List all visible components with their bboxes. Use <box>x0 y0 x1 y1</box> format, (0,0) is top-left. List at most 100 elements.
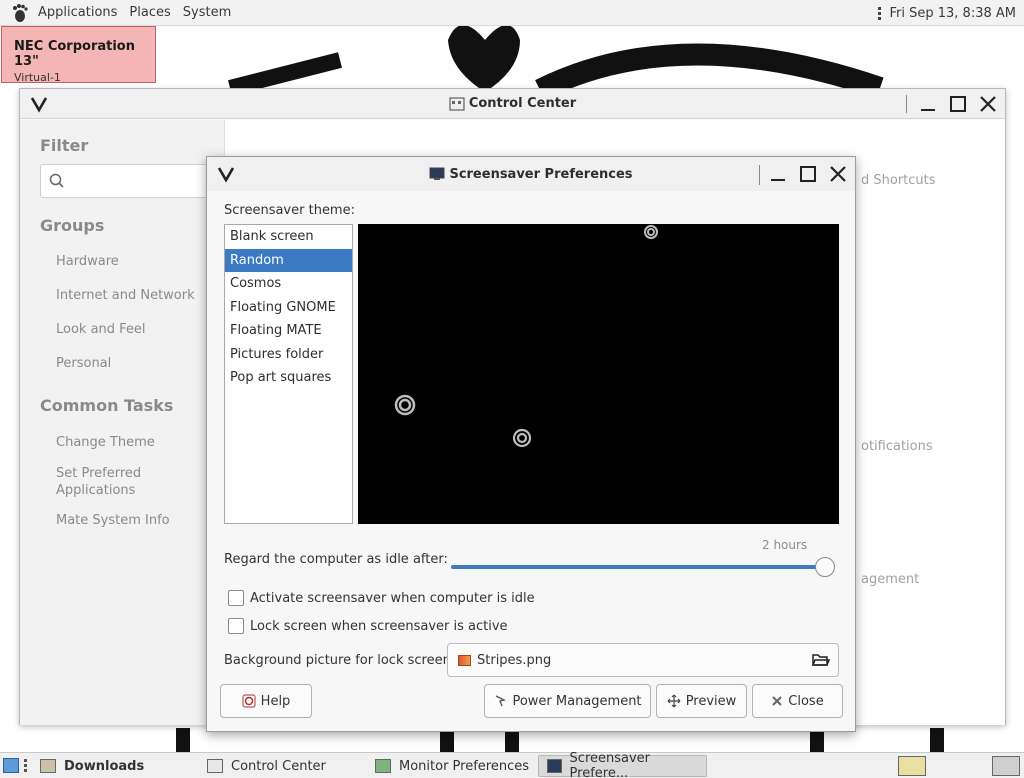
taskbar-control-center[interactable]: Control Center <box>199 755 334 777</box>
maximize-icon <box>800 166 816 182</box>
taskbar-screensaver-label: Screensaver Prefere... <box>569 751 651 778</box>
filter-label: Filter <box>40 136 89 155</box>
window-menu-icon[interactable] <box>30 95 48 113</box>
help-icon <box>242 694 256 708</box>
minimize-button[interactable] <box>767 163 789 185</box>
idle-value: 2 hours <box>762 538 808 552</box>
taskbar-downloads[interactable]: Downloads <box>32 755 152 777</box>
monitor-icon <box>375 759 391 773</box>
close-icon <box>980 96 996 112</box>
folder-open-icon <box>812 654 830 666</box>
maximize-icon <box>950 96 966 112</box>
top-panel: Applications Places System Fri Sep 13, 8… <box>0 0 1024 26</box>
shortcuts-fragment: d Shortcuts <box>861 173 936 188</box>
close-window-button[interactable] <box>827 163 849 185</box>
background-file-chooser[interactable]: Stripes.png <box>447 643 839 677</box>
screensaver-titlebar[interactable]: Screensaver Preferences <box>207 157 855 191</box>
theme-item-floating-mate[interactable]: Floating MATE <box>225 319 352 343</box>
maximize-button[interactable] <box>947 93 969 115</box>
show-desktop-icon[interactable] <box>3 758 19 773</box>
minimize-icon <box>771 179 785 181</box>
lock-label[interactable]: Lock screen when screensaver is active <box>250 619 508 634</box>
bottom-taskbar: Downloads Control Center Monitor Prefere… <box>0 751 1024 778</box>
window-title: Control Center <box>468 96 577 111</box>
screensaver-icon <box>547 759 562 773</box>
minimize-button[interactable] <box>917 93 939 115</box>
background-file-name: Stripes.png <box>477 652 552 668</box>
control-center-sidebar: Filter Groups Hardware Internet and Netw… <box>20 120 224 725</box>
group-internet-network[interactable]: Internet and Network <box>56 287 206 304</box>
workspace-switcher-2[interactable] <box>992 756 1020 776</box>
monitor-identifier: NEC Corporation 13" Virtual-1 <box>1 26 156 84</box>
lock-checkbox[interactable] <box>228 618 244 634</box>
workspace-switcher-1[interactable] <box>898 756 926 776</box>
gnome-foot-icon[interactable] <box>10 3 30 23</box>
idle-slider-track[interactable] <box>451 565 827 569</box>
task-preferred-apps[interactable]: Set Preferred Applications <box>56 465 166 499</box>
idle-slider-handle[interactable] <box>815 557 835 577</box>
screensaver-preview <box>358 224 839 524</box>
maximize-button[interactable] <box>797 163 819 185</box>
screensaver-icon <box>429 167 445 180</box>
panel-menu-icon[interactable] <box>877 6 882 20</box>
group-personal[interactable]: Personal <box>56 355 206 372</box>
control-center-titlebar[interactable]: Control Center <box>20 89 1005 119</box>
menu-applications[interactable]: Applications <box>32 0 123 26</box>
activate-row[interactable]: Activate screensaver when computer is id… <box>228 590 535 606</box>
move-icon <box>667 694 681 708</box>
group-look-feel[interactable]: Look and Feel <box>56 321 206 338</box>
power-icon <box>496 695 507 707</box>
screensaver-dialog: Screensaver Preferences Screensaver them… <box>206 156 856 732</box>
common-tasks-heading: Common Tasks <box>40 396 174 415</box>
taskbar-control-center-label: Control Center <box>231 758 326 774</box>
search-icon <box>49 173 64 188</box>
theme-item-pop-art[interactable]: Pop art squares <box>225 366 352 390</box>
image-file-icon <box>458 654 471 666</box>
minimize-icon <box>921 109 935 111</box>
menu-places[interactable]: Places <box>123 0 176 26</box>
monitor-connector: Virtual-1 <box>14 71 61 84</box>
panel-clock[interactable]: Fri Sep 13, 8:38 AM <box>890 6 1017 21</box>
idle-label: Regard the computer as idle after: <box>224 552 448 567</box>
dialog-title: Screensaver Preferences <box>449 166 633 182</box>
control-center-icon <box>449 97 465 110</box>
close-window-button[interactable] <box>977 93 999 115</box>
management-fragment: agement <box>861 572 920 587</box>
window-menu-icon[interactable] <box>217 165 235 183</box>
theme-item-random[interactable]: Random <box>225 248 352 272</box>
control-center-icon <box>207 759 223 773</box>
preview-button[interactable]: Preview <box>656 684 747 718</box>
lock-row[interactable]: Lock screen when screensaver is active <box>228 618 508 634</box>
activate-label[interactable]: Activate screensaver when computer is id… <box>250 591 535 606</box>
close-icon <box>830 166 846 182</box>
taskbar-monitor-preferences[interactable]: Monitor Preferences <box>367 755 537 777</box>
close-icon <box>772 696 782 706</box>
activate-checkbox[interactable] <box>228 590 244 606</box>
task-system-info[interactable]: Mate System Info <box>56 512 206 529</box>
folder-icon <box>40 759 56 773</box>
preview-button-label: Preview <box>685 693 737 709</box>
help-button-label: Help <box>260 693 291 709</box>
theme-item-cosmos[interactable]: Cosmos <box>225 272 352 296</box>
taskbar-screensaver[interactable]: Screensaver Prefere... <box>538 751 707 778</box>
notifications-fragment: otifications <box>861 439 933 454</box>
close-button-label: Close <box>788 693 824 709</box>
task-change-theme[interactable]: Change Theme <box>56 434 206 451</box>
theme-item-floating-gnome[interactable]: Floating GNOME <box>225 296 352 320</box>
taskbar-monitor-label: Monitor Preferences <box>399 758 530 774</box>
power-management-button[interactable]: Power Management <box>484 684 651 718</box>
group-hardware[interactable]: Hardware <box>56 253 206 270</box>
help-button[interactable]: Help <box>220 684 312 718</box>
taskbar-handle-icon <box>24 759 27 773</box>
theme-item-blank[interactable]: Blank screen <box>225 225 352 249</box>
theme-item-pictures-folder[interactable]: Pictures folder <box>225 343 352 367</box>
groups-heading: Groups <box>40 216 105 235</box>
menu-system[interactable]: System <box>177 0 237 26</box>
close-button[interactable]: Close <box>752 684 843 718</box>
filter-input[interactable] <box>40 164 220 198</box>
power-button-label: Power Management <box>512 693 642 709</box>
background-label: Background picture for lock screen: <box>224 653 456 668</box>
theme-list[interactable]: Blank screen Random Cosmos Floating GNOM… <box>224 224 353 524</box>
monitor-name: NEC Corporation 13" <box>14 39 135 69</box>
theme-label: Screensaver theme: <box>224 203 355 218</box>
